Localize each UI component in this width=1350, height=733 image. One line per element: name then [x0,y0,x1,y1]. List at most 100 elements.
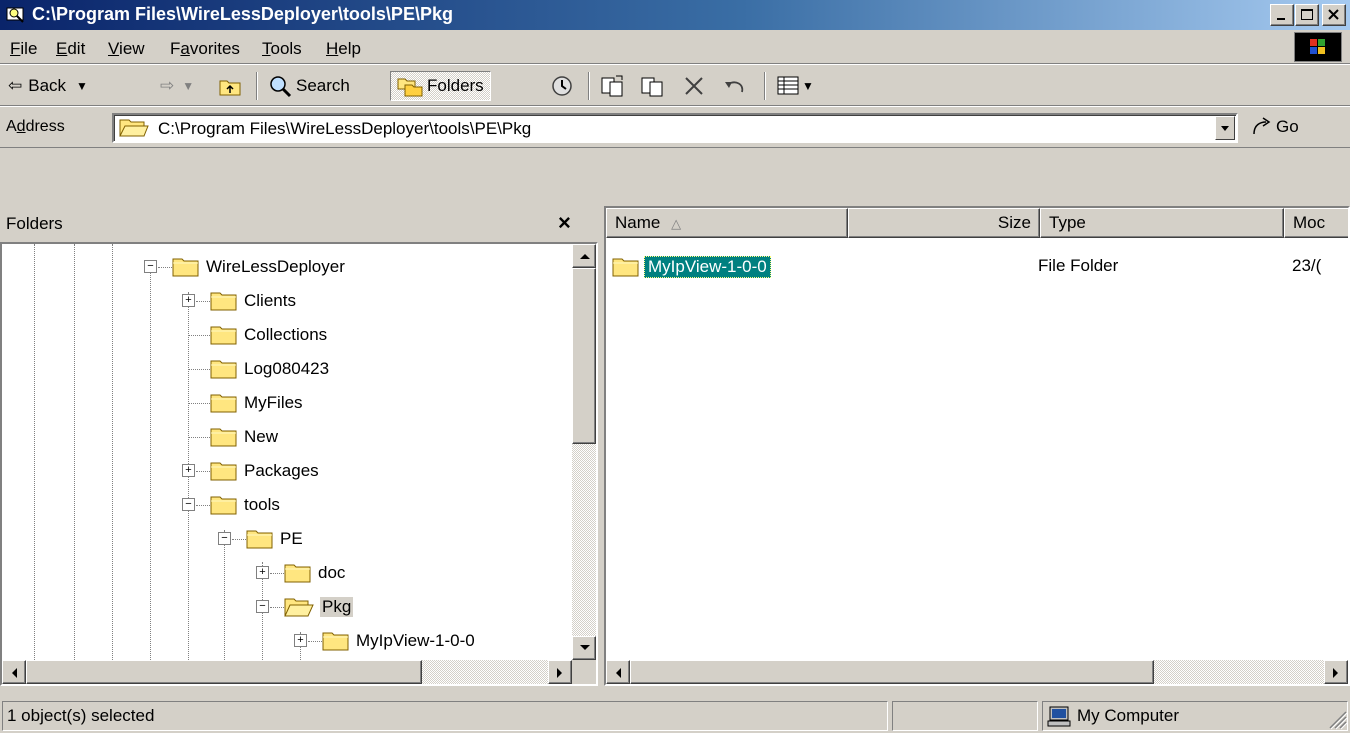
arrow-right-icon [557,668,562,678]
title-bar[interactable]: C:\Program Files\WireLessDeployer\tools\… [0,0,1350,30]
resize-grip-icon[interactable] [1326,708,1348,730]
tree-item-collections[interactable]: Collections [176,318,327,352]
move-to-button[interactable] [600,72,626,100]
scroll-left-button[interactable] [606,660,630,684]
tree-item-log080423[interactable]: Log080423 [176,352,329,386]
arrow-left-icon [616,668,621,678]
back-dropdown-icon[interactable]: ▼ [76,79,88,93]
tree-item-doc[interactable]: + doc [250,556,345,590]
arrow-up-icon [580,254,590,259]
folder-icon [210,394,237,413]
forward-dropdown-icon[interactable]: ▼ [182,79,194,93]
folder-icon [284,564,311,583]
tree-vertical-scrollbar[interactable] [572,244,596,660]
folders-button[interactable]: Folders [390,71,491,101]
minimize-icon [1277,18,1285,20]
back-arrow-icon: ⇦ [8,76,23,95]
status-middle-cell [892,701,1038,731]
up-folder-button[interactable] [218,72,242,100]
collapse-icon[interactable]: − [182,498,195,511]
folder-tree[interactable]: − WireLessDeployer + Clients Collections… [0,242,598,686]
forward-button[interactable]: ⇨ ▼ [160,72,194,100]
folders-pane-title: Folders [6,214,63,233]
maximize-icon [1301,9,1313,20]
undo-icon [725,81,744,93]
open-folder-icon [119,119,149,137]
column-header-type[interactable]: Type [1040,208,1284,238]
copy-to-button[interactable] [640,72,666,100]
close-icon [1328,9,1339,20]
windows-logo-icon [1294,32,1342,62]
history-button[interactable] [550,72,574,100]
arrow-down-icon [580,645,590,650]
list-horizontal-scrollbar[interactable] [606,660,1348,684]
maximize-button[interactable] [1295,4,1319,26]
folder-icon [210,496,237,515]
folder-icon [210,292,237,311]
address-input[interactable]: C:\Program Files\WireLessDeployer\tools\… [112,113,1238,143]
scroll-right-button[interactable] [1324,660,1348,684]
expand-icon[interactable]: + [256,566,269,579]
scroll-right-button[interactable] [548,660,572,684]
views-button[interactable]: ▼ [776,72,814,100]
chevron-down-icon [1221,126,1229,131]
scroll-thumb[interactable] [630,660,1154,684]
status-selection-text: 1 object(s) selected [2,701,888,731]
go-button[interactable]: Go [1250,116,1299,138]
menu-file[interactable]: File [10,39,37,59]
column-header-size[interactable]: Size [848,208,1040,238]
explorer-icon [6,5,26,25]
scroll-down-button[interactable] [572,636,596,660]
search-icon [270,76,292,98]
tree-item-myfiles[interactable]: MyFiles [176,386,303,420]
window-title: C:\Program Files\WireLessDeployer\tools\… [32,4,453,24]
column-header-modified[interactable]: Moc [1284,208,1348,238]
menu-edit[interactable]: Edit [56,39,85,59]
address-dropdown-button[interactable] [1215,116,1235,140]
back-button[interactable]: ⇦ Back ▼ [8,72,88,100]
menu-tools[interactable]: Tools [262,39,302,59]
scroll-thumb[interactable] [572,268,596,444]
tree-item-tools[interactable]: − tools [176,488,280,522]
views-dropdown-icon[interactable]: ▼ [802,79,814,93]
scroll-left-button[interactable] [2,660,26,684]
menu-favorites[interactable]: Favorites [170,39,240,59]
folders-pane-header: Folders × [0,206,594,242]
close-button[interactable] [1322,4,1346,26]
list-item-name[interactable]: MyIpView-1-0-0 [644,256,771,278]
tree-item-myipview[interactable]: + MyIpView-1-0-0 [288,624,475,658]
menu-help[interactable]: Help [326,39,361,59]
expand-icon[interactable]: + [294,634,307,647]
scroll-up-button[interactable] [572,244,596,268]
my-computer-icon [1047,706,1071,727]
column-header-name[interactable]: Name △ [606,208,848,238]
expand-icon[interactable]: + [182,464,195,477]
address-value[interactable]: C:\Program Files\WireLessDeployer\tools\… [158,119,531,139]
collapse-icon[interactable]: − [144,260,157,273]
folders-pane-close-button[interactable]: × [558,210,571,236]
list-item[interactable]: MyIpView-1-0-0 [612,252,1348,282]
tree-item-clients[interactable]: + Clients [176,284,296,318]
collapse-icon[interactable]: − [218,532,231,545]
file-list[interactable]: Name △ Size Type Moc MyIpView-1-0-0 File… [604,206,1350,686]
minimize-button[interactable] [1270,4,1294,26]
tree-item-wirelessdeployer[interactable]: − WireLessDeployer [138,250,345,284]
tree-item-pkg[interactable]: − Pkg [250,590,354,624]
search-button[interactable]: Search [268,72,350,100]
tree-item-pe[interactable]: − PE [212,522,303,556]
scroll-thumb[interactable] [26,660,422,684]
tree-horizontal-scrollbar[interactable] [2,660,572,684]
delete-button[interactable] [682,72,706,100]
menu-view[interactable]: View [108,39,145,59]
status-bar: 1 object(s) selected My Computer [0,698,1350,733]
open-folder-icon [284,598,314,617]
undo-button[interactable] [722,72,748,100]
tree-item-new[interactable]: New [176,420,278,454]
up-folder-icon [219,80,241,96]
arrow-right-icon [1333,668,1338,678]
copy-to-icon [641,77,663,97]
tree-item-packages[interactable]: + Packages [176,454,319,488]
expand-icon[interactable]: + [182,294,195,307]
collapse-icon[interactable]: − [256,600,269,613]
folder-icon [172,258,199,277]
